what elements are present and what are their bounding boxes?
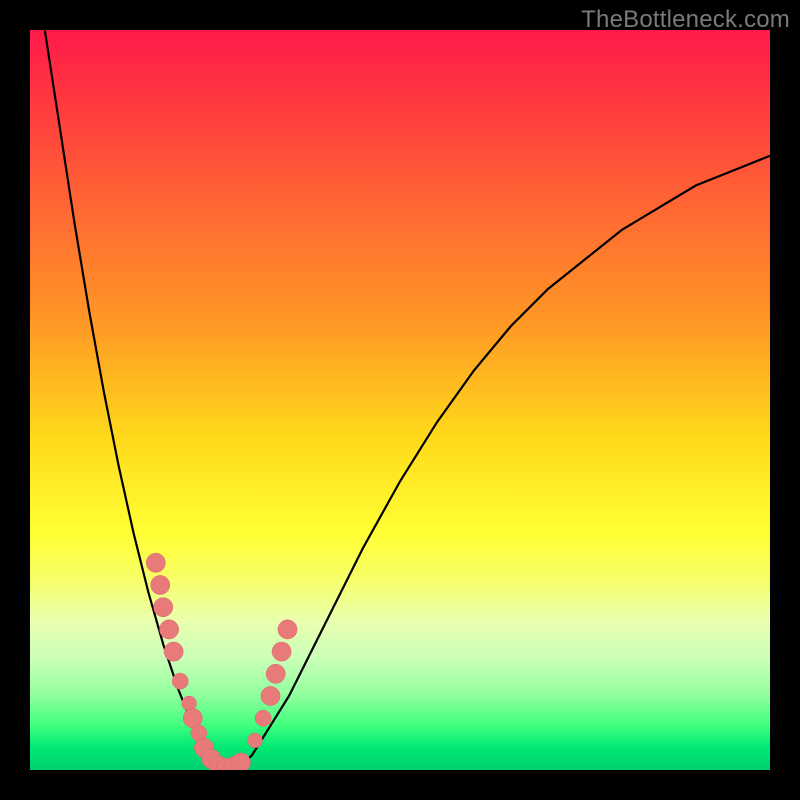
bottleneck-curve xyxy=(45,30,770,770)
data-marker xyxy=(261,686,280,705)
data-marker xyxy=(151,575,170,594)
data-marker xyxy=(217,758,236,770)
data-marker xyxy=(146,553,165,572)
data-marker xyxy=(194,738,213,757)
data-marker xyxy=(224,757,243,770)
data-marker xyxy=(255,710,271,726)
chart-frame: TheBottleneck.com xyxy=(0,0,800,800)
curve-layer xyxy=(45,30,770,770)
data-marker xyxy=(278,620,297,639)
data-marker xyxy=(183,709,202,728)
chart-svg xyxy=(30,30,770,770)
data-marker xyxy=(231,753,250,770)
watermark-text: TheBottleneck.com xyxy=(581,6,790,34)
data-marker xyxy=(172,673,188,689)
data-marker xyxy=(182,696,197,711)
marker-layer xyxy=(146,553,297,770)
plot-area xyxy=(30,30,770,770)
data-marker xyxy=(191,725,207,741)
data-marker xyxy=(154,598,173,617)
data-marker xyxy=(202,749,221,768)
data-marker xyxy=(164,642,183,661)
data-marker xyxy=(248,733,263,748)
data-marker xyxy=(160,620,179,639)
data-marker xyxy=(209,756,228,770)
data-marker xyxy=(272,642,291,661)
data-marker xyxy=(266,664,285,683)
